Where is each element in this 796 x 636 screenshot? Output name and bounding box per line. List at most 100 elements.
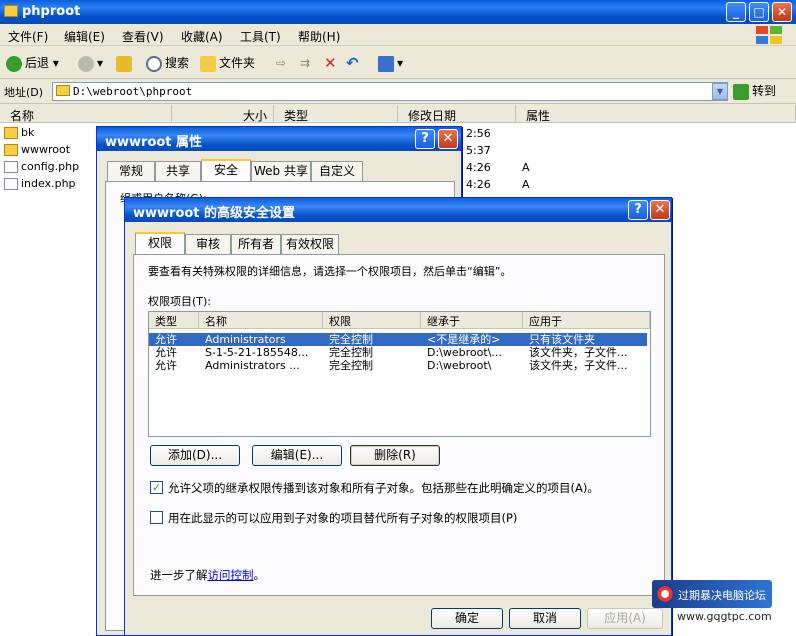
copy-to-button[interactable]: ⇉	[300, 53, 310, 73]
forward-button[interactable]: ▾	[78, 53, 103, 73]
up-folder-button[interactable]	[116, 53, 135, 73]
modified-date: 5:37	[466, 144, 491, 157]
list-item[interactable]: wwwroot	[4, 142, 70, 158]
list-header-name[interactable]: 名称	[199, 312, 323, 329]
go-button[interactable]: 转到	[733, 82, 776, 101]
table-row[interactable]: 允许 S-1-5-21-185548... 完全控制 D:\webroot\..…	[149, 346, 647, 359]
address-value: D:\webroot\phproot	[73, 85, 193, 98]
edit-button[interactable]: 编辑(E)...	[252, 445, 342, 466]
column-header-name[interactable]: 名称	[0, 105, 172, 123]
watermark-url: www.gqgtpc.com	[674, 610, 775, 623]
access-control-link[interactable]: 访问控制	[208, 568, 254, 582]
list-header-permission[interactable]: 权限	[323, 312, 421, 329]
go-arrow-icon	[733, 83, 749, 100]
folder-icon	[4, 127, 18, 139]
permission-entries-list[interactable]: 类型 名称 权限 继承于 应用于 允许 Administrators 完全控制 …	[148, 311, 651, 437]
list-header-inherited-from[interactable]: 继承于	[421, 312, 523, 329]
maximize-button[interactable]: □	[749, 2, 769, 22]
site-logo-icon	[656, 585, 674, 603]
explorer-title-bar[interactable]: phproot	[0, 0, 796, 24]
modified-date: 2:56	[466, 127, 491, 140]
advanced-security-dialog: wwwroot 的高级安全设置 ? ✕ 权限 审核 所有者 有效权限 要查看有关…	[124, 197, 672, 636]
menu-file[interactable]: 文件(F)	[8, 28, 48, 45]
menu-view[interactable]: 查看(V)	[122, 28, 164, 45]
row-apply-to: 该文件夹，子文件...	[529, 359, 628, 372]
minimize-button[interactable]: _	[726, 2, 746, 22]
inherit-checkbox-label[interactable]: 允许父项的继承权限传播到该对象和所有子对象。包括那些在此明确定义的项目(A)。	[168, 480, 599, 496]
delete-icon[interactable]: ✕	[324, 53, 337, 73]
table-row[interactable]: 允许 Administrators ... 完全控制 D:\webroot\ 该…	[149, 359, 647, 372]
address-input[interactable]: D:\webroot\phproot	[52, 82, 728, 101]
undo-icon[interactable]: ↶	[346, 53, 359, 73]
file-attribute: A	[522, 178, 530, 191]
menu-help[interactable]: 帮助(H)	[298, 28, 340, 45]
folders-icon	[200, 55, 216, 72]
help-button[interactable]: ?	[415, 129, 435, 149]
folders-button[interactable]: 文件夹	[200, 53, 255, 73]
menu-favorites[interactable]: 收藏(A)	[181, 28, 223, 45]
learn-more-text: 进一步了解访问控制。	[150, 567, 265, 583]
tab-sharing[interactable]: 共享	[155, 161, 201, 181]
views-button[interactable]: ▾	[378, 53, 403, 73]
properties-title: wwwroot 属性	[105, 135, 203, 150]
advanced-title-bar[interactable]: wwwroot 的高级安全设置	[125, 198, 671, 222]
apply-button[interactable]: 应用(A)	[587, 608, 663, 629]
permission-entries-label: 权限项目(T):	[148, 295, 212, 308]
file-name: index.php	[21, 177, 76, 190]
tab-auditing[interactable]: 审核	[185, 234, 231, 254]
tab-general[interactable]: 常规	[107, 161, 155, 181]
folders-label: 文件夹	[219, 56, 256, 70]
tab-permissions[interactable]: 权限	[135, 232, 185, 254]
tab-customize[interactable]: 自定义	[311, 161, 363, 181]
row-name: S-1-5-21-185548...	[205, 346, 309, 359]
tab-security[interactable]: 安全	[201, 159, 251, 181]
back-button[interactable]: 后退 ▾	[6, 53, 59, 73]
views-icon	[378, 55, 394, 72]
list-header-apply-to[interactable]: 应用于	[523, 312, 650, 329]
search-button[interactable]: 搜索	[146, 53, 189, 73]
folder-icon	[56, 85, 70, 96]
help-button[interactable]: ?	[628, 200, 648, 220]
list-item[interactable]: index.php	[4, 176, 76, 192]
add-button[interactable]: 添加(D)...	[150, 445, 240, 466]
windows-logo-icon	[756, 26, 784, 46]
row-name: Administrators	[205, 333, 286, 346]
replace-checkbox-label[interactable]: 用在此显示的可以应用到子对象的项目替代所有子对象的权限项目(P)	[168, 510, 517, 526]
back-label: 后退	[25, 56, 50, 70]
replace-checkbox[interactable]	[150, 511, 163, 524]
move-to-button[interactable]: ⇨	[276, 53, 286, 73]
row-inherited-from: D:\webroot\	[427, 359, 492, 372]
modified-date: 4:26	[466, 161, 491, 174]
row-name: Administrators ...	[205, 359, 300, 372]
properties-title-bar[interactable]: wwwroot 属性	[97, 127, 461, 151]
menu-tools[interactable]: 工具(T)	[240, 28, 281, 45]
column-header-type[interactable]: 类型	[274, 105, 398, 123]
advanced-close-button[interactable]: ✕	[650, 200, 670, 220]
row-permission: 完全控制	[329, 359, 373, 372]
menu-edit[interactable]: 编辑(E)	[64, 28, 105, 45]
column-header-size[interactable]: 大小	[172, 105, 274, 123]
intro-text: 要查看有关特殊权限的详细信息，请选择一个权限项目，然后单击“编辑”。	[148, 265, 512, 278]
close-button[interactable]: ✕	[772, 2, 792, 22]
remove-button[interactable]: 删除(R)	[350, 445, 440, 466]
cancel-button[interactable]: 取消	[509, 608, 581, 629]
list-item[interactable]: bk	[4, 125, 34, 141]
ok-button[interactable]: 确定	[431, 608, 503, 629]
row-apply-to: 只有该文件夹	[529, 333, 595, 346]
tab-owner[interactable]: 所有者	[231, 234, 281, 254]
column-header-attributes[interactable]: 属性	[516, 105, 796, 123]
folder-icon	[4, 5, 18, 17]
tab-web-sharing[interactable]: Web 共享	[251, 161, 311, 181]
list-item[interactable]: config.php	[4, 159, 79, 175]
column-header-modified[interactable]: 修改日期	[398, 105, 516, 123]
file-name: wwwroot	[21, 143, 71, 156]
tab-effective-permissions[interactable]: 有效权限	[281, 234, 339, 254]
menu-bar: 文件(F) 编辑(E) 查看(V) 收藏(A) 工具(T) 帮助(H)	[0, 24, 796, 46]
file-name: bk	[21, 126, 35, 139]
inherit-checkbox[interactable]: ✓	[150, 481, 163, 494]
properties-close-button[interactable]: ✕	[438, 129, 458, 149]
address-dropdown-button[interactable]: ▼	[712, 83, 728, 100]
table-row[interactable]: 允许 Administrators 完全控制 <不是继承的> 只有该文件夹	[149, 333, 647, 346]
modified-date: 4:26	[466, 178, 491, 191]
list-header-type[interactable]: 类型	[149, 312, 199, 329]
